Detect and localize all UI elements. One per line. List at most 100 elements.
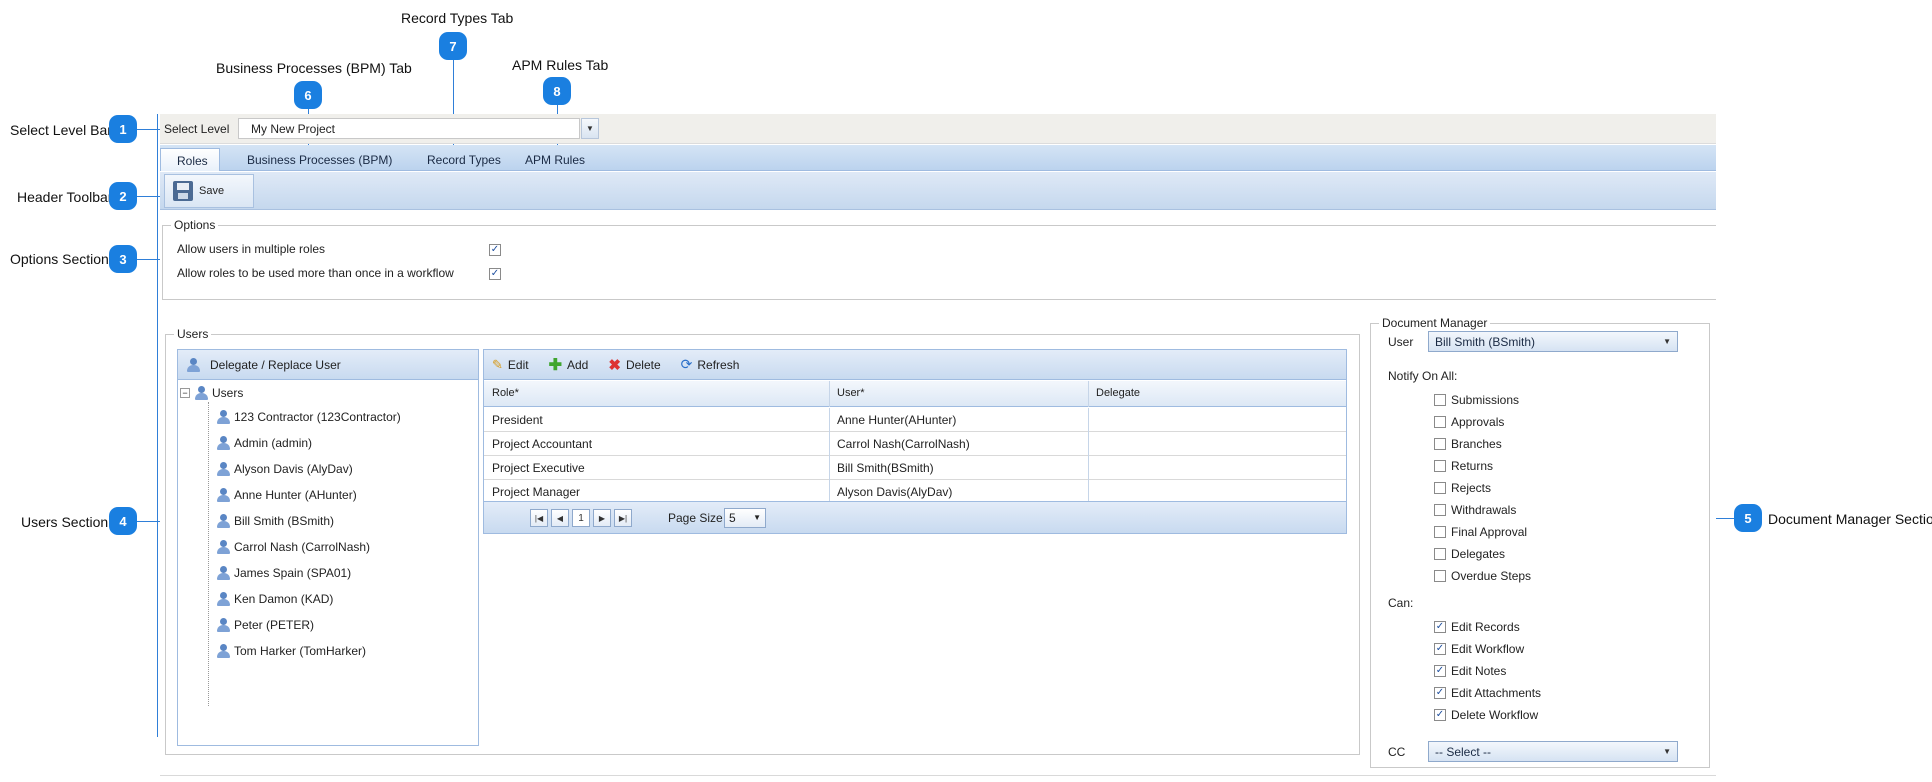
dm-can-item[interactable]: Edit Records xyxy=(1434,620,1520,634)
tree-user-item[interactable]: James Spain (SPA01) xyxy=(216,566,351,580)
save-button[interactable]: Save xyxy=(164,174,254,208)
tree-user-item[interactable]: Carrol Nash (CarrolNash) xyxy=(216,540,370,554)
dm-notify-item[interactable]: Submissions xyxy=(1434,393,1519,407)
edit-button[interactable]: ✎ Edit xyxy=(492,357,529,373)
dm-notify-item[interactable]: Final Approval xyxy=(1434,525,1527,539)
callout-8-badge: 8 xyxy=(543,77,571,105)
collapse-icon[interactable]: − xyxy=(180,388,190,398)
roles-grid: ✎ Edit ✚ Add ✖ Delete ⟳ Refresh Role* Us… xyxy=(483,349,1347,534)
column-header-user[interactable]: User* xyxy=(837,387,865,399)
refresh-button[interactable]: ⟳ Refresh xyxy=(681,356,740,373)
dm-notify-item[interactable]: Branches xyxy=(1434,437,1502,451)
tree-user-item[interactable]: Peter (PETER) xyxy=(216,618,314,632)
bottom-divider xyxy=(160,775,1716,776)
callout-3-badge: 3 xyxy=(109,245,137,273)
tree-user-label: Bill Smith (BSmith) xyxy=(234,514,335,528)
checkbox[interactable] xyxy=(1434,438,1446,450)
tree-user-item[interactable]: Anne Hunter (AHunter) xyxy=(216,488,357,502)
checkbox[interactable] xyxy=(1434,665,1446,677)
tree-user-item[interactable]: Alyson Davis (AlyDav) xyxy=(216,462,353,476)
callout-6-badge: 6 xyxy=(294,81,322,109)
add-button[interactable]: ✚ Add xyxy=(549,355,589,375)
header-toolbar: Save xyxy=(160,172,1716,210)
option-checkbox-multiple-roles[interactable] xyxy=(489,244,501,256)
dm-can-item[interactable]: Delete Workflow xyxy=(1434,708,1538,722)
tree-user-item[interactable]: Admin (admin) xyxy=(216,436,312,450)
tree-user-label: Carrol Nash (CarrolNash) xyxy=(234,540,371,554)
tree-user-item[interactable]: 123 Contractor (123Contractor) xyxy=(216,410,401,424)
dm-can-item[interactable]: Edit Workflow xyxy=(1434,642,1524,656)
dm-notify-item[interactable]: Delegates xyxy=(1434,547,1505,561)
tab-business-processes[interactable]: Business Processes (BPM) xyxy=(235,148,404,171)
callout-5-badge: 5 xyxy=(1734,504,1762,532)
dm-can-item[interactable]: Edit Notes xyxy=(1434,664,1506,678)
column-header-role[interactable]: Role* xyxy=(492,387,519,399)
tree-user-label: Anne Hunter (AHunter) xyxy=(234,488,357,502)
checkbox[interactable] xyxy=(1434,687,1446,699)
checkbox[interactable] xyxy=(1434,643,1446,655)
delete-button[interactable]: ✖ Delete xyxy=(608,356,660,374)
first-page-button[interactable]: |◀ xyxy=(530,509,548,527)
dm-user-label: User xyxy=(1388,335,1414,349)
tab-roles[interactable]: Roles xyxy=(160,148,220,171)
cell-user: Carrol Nash(CarrolNash) xyxy=(837,437,970,451)
tree-connector xyxy=(208,402,209,706)
grid-toolbar: ✎ Edit ✚ Add ✖ Delete ⟳ Refresh xyxy=(484,350,1346,380)
checkbox[interactable] xyxy=(1434,709,1446,721)
dm-notify-item[interactable]: Returns xyxy=(1434,459,1493,473)
callout-select-level-bar-label: Select Level Bar xyxy=(10,122,112,138)
options-legend: Options xyxy=(174,218,216,232)
delete-button-label: Delete xyxy=(625,357,661,372)
tree-user-label: Peter (PETER) xyxy=(234,618,315,632)
dm-notify-item[interactable]: Withdrawals xyxy=(1434,503,1516,517)
current-page-box[interactable]: 1 xyxy=(572,509,590,527)
dm-notify-item[interactable]: Approvals xyxy=(1434,415,1504,429)
checkbox[interactable] xyxy=(1434,394,1446,406)
delegate-replace-user-button[interactable]: Delegate / Replace User xyxy=(178,350,478,380)
dm-notify-item[interactable]: Overdue Steps xyxy=(1434,569,1531,583)
tab-record-types[interactable]: Record Types xyxy=(415,148,513,171)
chevron-down-icon: ▼ xyxy=(753,513,761,522)
page-size-select[interactable]: 5 ▼ xyxy=(724,508,766,528)
dm-notify-item[interactable]: Rejects xyxy=(1434,481,1491,495)
user-icon xyxy=(216,436,230,450)
tree-root-users[interactable]: − Users xyxy=(180,386,243,400)
table-row[interactable]: Project Accountant Carrol Nash(CarrolNas… xyxy=(484,432,1346,456)
tree-user-item[interactable]: Ken Damon (KAD) xyxy=(216,592,333,606)
checkbox[interactable] xyxy=(1434,621,1446,633)
column-header-delegate[interactable]: Delegate xyxy=(1096,387,1140,399)
tree-user-item[interactable]: Bill Smith (BSmith) xyxy=(216,514,334,528)
next-page-button[interactable]: ▶ xyxy=(593,509,611,527)
last-page-button[interactable]: ▶| xyxy=(614,509,632,527)
checkbox[interactable] xyxy=(1434,526,1446,538)
dm-can-item[interactable]: Edit Attachments xyxy=(1434,686,1541,700)
checkbox[interactable] xyxy=(1434,504,1446,516)
checkbox[interactable] xyxy=(1434,548,1446,560)
previous-page-button[interactable]: ◀ xyxy=(551,509,569,527)
checkbox[interactable] xyxy=(1434,416,1446,428)
dm-checkbox-label: Final Approval xyxy=(1451,525,1528,539)
save-icon xyxy=(173,181,193,201)
checkbox[interactable] xyxy=(1434,460,1446,472)
dm-user-select[interactable]: Bill Smith (BSmith) ▼ xyxy=(1428,331,1678,352)
table-row[interactable]: Project Executive Bill Smith(BSmith) xyxy=(484,456,1346,480)
select-level-bar: Select Level My New Project ▼ xyxy=(160,114,1716,144)
column-divider xyxy=(1088,456,1089,480)
tree-user-item[interactable]: Tom Harker (TomHarker) xyxy=(216,644,366,658)
tree-user-label: 123 Contractor (123Contractor) xyxy=(234,410,401,424)
dm-cc-select[interactable]: -- Select -- ▼ xyxy=(1428,741,1678,762)
chevron-down-icon: ▼ xyxy=(1663,747,1671,756)
table-row[interactable]: President Anne Hunter(AHunter) xyxy=(484,408,1346,432)
option-label-multiple-roles: Allow users in multiple roles xyxy=(177,242,326,256)
user-icon xyxy=(216,540,230,554)
tab-apm-rules[interactable]: APM Rules xyxy=(513,148,597,171)
dm-checkbox-label: Approvals xyxy=(1451,415,1505,429)
select-level-dropdown[interactable]: My New Project xyxy=(238,118,580,139)
select-level-dropdown-button[interactable]: ▼ xyxy=(581,118,599,139)
tree-user-label: Ken Damon (KAD) xyxy=(234,592,334,606)
checkbox[interactable] xyxy=(1434,482,1446,494)
cell-user: Anne Hunter(AHunter) xyxy=(837,413,957,427)
checkbox[interactable] xyxy=(1434,570,1446,582)
option-checkbox-roles-reuse[interactable] xyxy=(489,268,501,280)
dm-checkbox-label: Rejects xyxy=(1451,481,1492,495)
